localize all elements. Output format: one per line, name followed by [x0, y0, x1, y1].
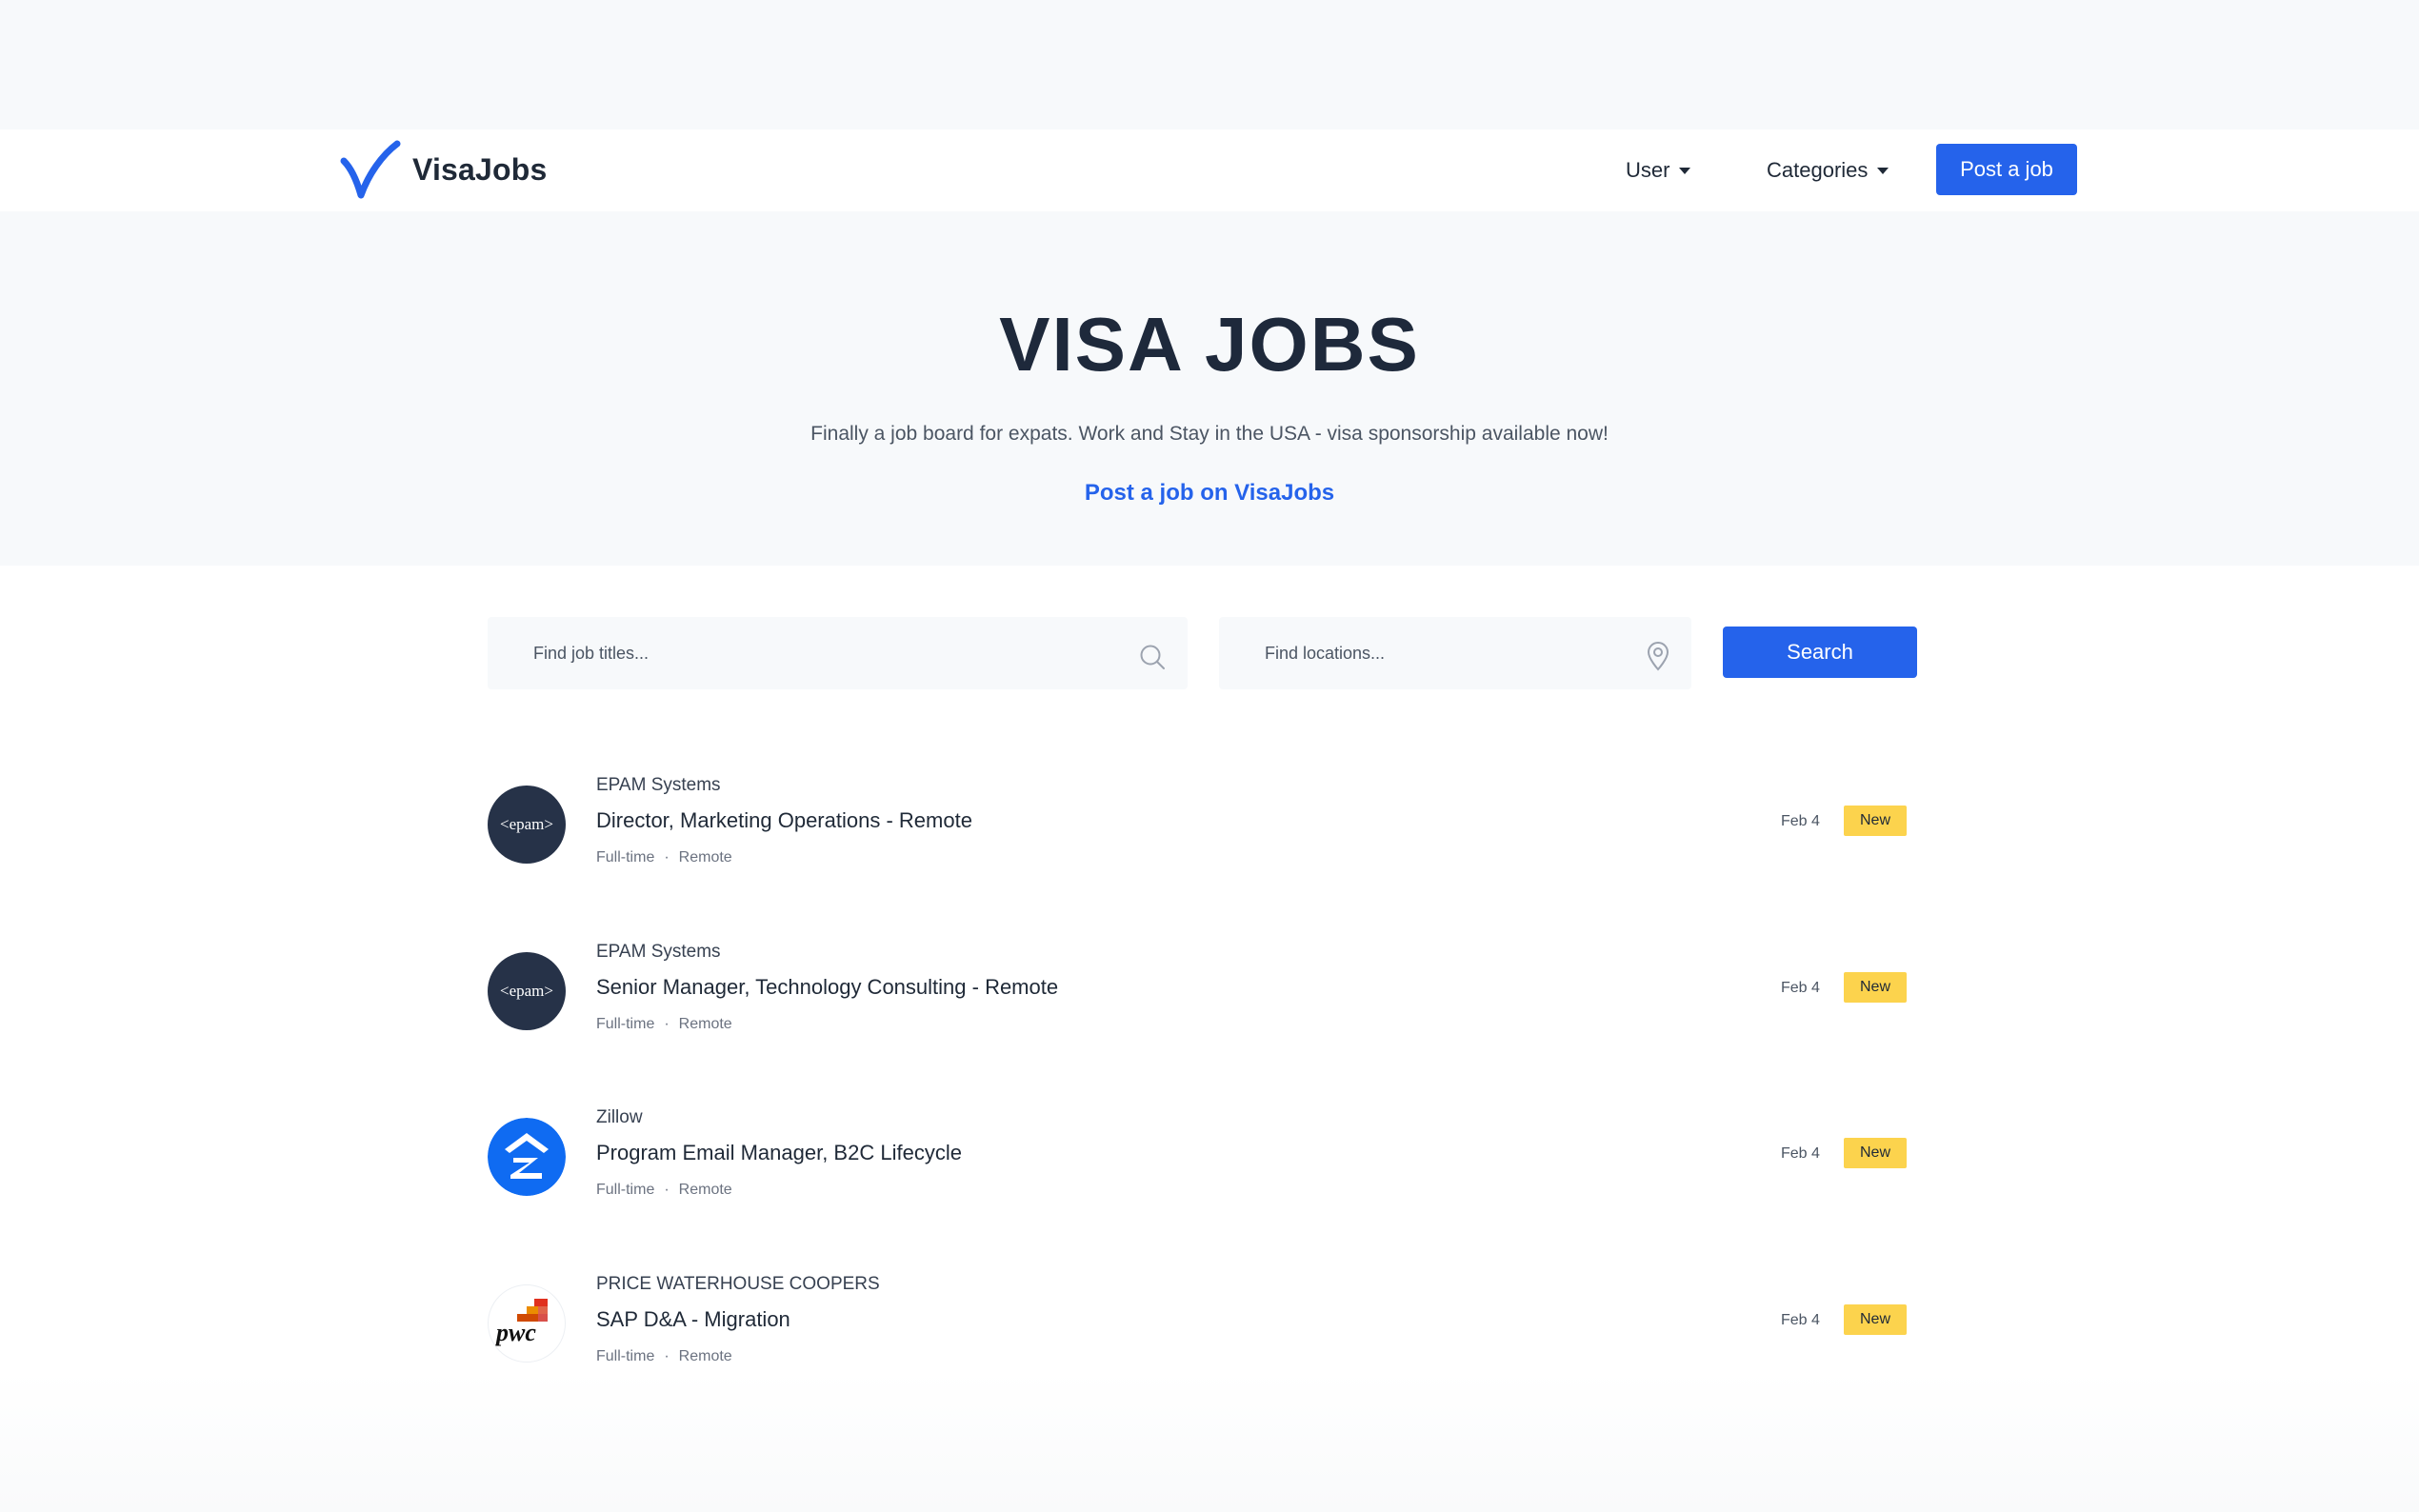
brand-logo[interactable]: VisaJobs: [338, 140, 548, 199]
pwc-logo: pwc: [488, 1284, 566, 1363]
job-listing[interactable]: <epam> EPAM Systems Director, Marketing …: [488, 775, 1907, 889]
page-title: VISA JOBS: [999, 302, 1420, 387]
pwc-logo-icon: pwc: [494, 1299, 548, 1346]
job-location: Remote: [678, 1182, 732, 1198]
meta-separator: ·: [664, 849, 670, 865]
new-badge: New: [1844, 806, 1907, 836]
job-meta: Full-time · Remote: [596, 1016, 732, 1033]
job-location: Remote: [678, 849, 732, 865]
job-title[interactable]: Director, Marketing Operations - Remote: [596, 808, 972, 833]
job-type: Full-time: [596, 849, 655, 865]
search-button[interactable]: Search: [1723, 627, 1917, 678]
post-job-link[interactable]: Post a job on VisaJobs: [0, 480, 2419, 507]
job-location: Remote: [678, 1016, 732, 1032]
job-date: Feb 4: [1781, 813, 1820, 829]
search-icon[interactable]: [1138, 643, 1167, 671]
new-badge: New: [1844, 972, 1907, 1003]
user-menu-label: User: [1626, 158, 1670, 182]
checkmark-logo-icon: [340, 140, 401, 199]
company-name: PRICE WATERHOUSE COOPERS: [596, 1274, 880, 1294]
post-job-button[interactable]: Post a job: [1936, 144, 2077, 195]
meta-separator: ·: [664, 1348, 670, 1364]
hero-section: VISA JOBS Finally a job board for expats…: [0, 211, 2419, 566]
location-search-box: [1219, 617, 1691, 689]
zillow-logo-icon: [488, 1118, 566, 1196]
job-type: Full-time: [596, 1348, 655, 1364]
job-title[interactable]: Senior Manager, Technology Consulting - …: [596, 975, 1058, 1000]
job-meta: Full-time · Remote: [596, 1182, 732, 1199]
job-title[interactable]: Program Email Manager, B2C Lifecycle: [596, 1141, 962, 1165]
brand-name: VisaJobs: [412, 151, 548, 187]
svg-text:pwc: pwc: [494, 1319, 536, 1346]
job-meta: Full-time · Remote: [596, 1348, 732, 1365]
location-pin-icon[interactable]: [1646, 641, 1670, 671]
job-listing[interactable]: <epam> EPAM Systems Senior Manager, Tech…: [488, 942, 1907, 1056]
bottom-fade: [0, 1371, 2419, 1512]
location-search-input[interactable]: [1265, 617, 1627, 689]
company-name: EPAM Systems: [596, 775, 721, 795]
job-listing[interactable]: Zillow Program Email Manager, B2C Lifecy…: [488, 1107, 1907, 1222]
new-badge: New: [1844, 1138, 1907, 1168]
job-title-search-input[interactable]: [533, 617, 1105, 689]
company-name: EPAM Systems: [596, 942, 721, 962]
new-badge: New: [1844, 1304, 1907, 1335]
job-date: Feb 4: [1781, 1145, 1820, 1162]
top-band: [0, 0, 2419, 129]
job-date: Feb 4: [1781, 1312, 1820, 1328]
epam-logo: <epam>: [488, 786, 566, 864]
job-meta: Full-time · Remote: [596, 849, 732, 866]
categories-menu[interactable]: Categories: [1767, 144, 1889, 197]
job-title-search-box: [488, 617, 1188, 689]
job-type: Full-time: [596, 1016, 655, 1032]
caret-down-icon: [1679, 167, 1691, 174]
job-location: Remote: [678, 1348, 732, 1364]
caret-down-icon: [1877, 167, 1889, 174]
meta-separator: ·: [664, 1182, 670, 1198]
categories-menu-label: Categories: [1767, 158, 1869, 182]
company-name: Zillow: [596, 1107, 643, 1127]
epam-logo: <epam>: [488, 952, 566, 1030]
meta-separator: ·: [664, 1016, 670, 1032]
job-title[interactable]: SAP D&A - Migration: [596, 1307, 790, 1332]
job-type: Full-time: [596, 1182, 655, 1198]
hero-subtitle: Finally a job board for expats. Work and…: [810, 423, 1609, 445]
job-date: Feb 4: [1781, 980, 1820, 996]
user-menu[interactable]: User: [1626, 144, 1691, 197]
zillow-logo: [488, 1118, 566, 1196]
